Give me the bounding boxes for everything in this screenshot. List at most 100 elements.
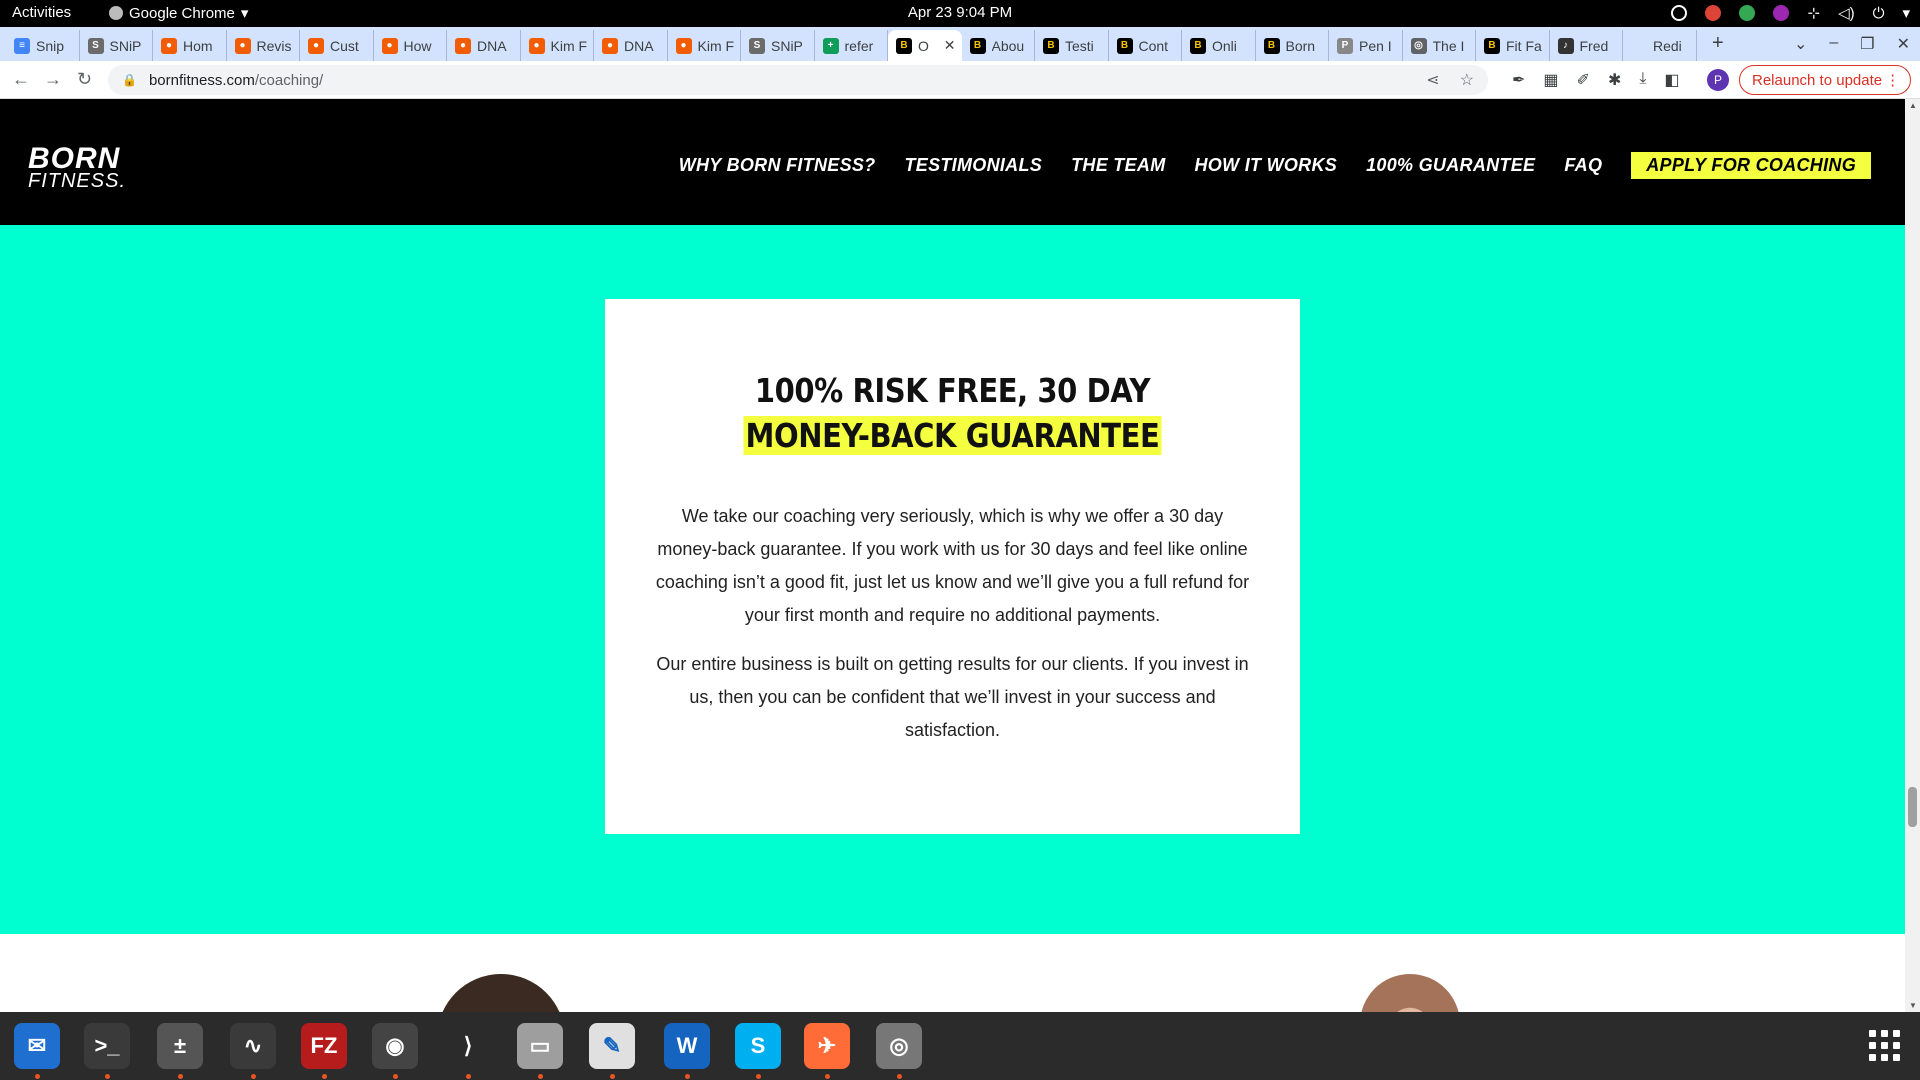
tab-title: refer	[844, 37, 874, 54]
pen-extension-icon[interactable]: ✐	[1577, 70, 1590, 90]
disks-icon[interactable]: ◎	[876, 1023, 922, 1069]
tab-21[interactable]: ♪ Fred	[1550, 30, 1623, 61]
tab-5[interactable]: ● How	[374, 30, 447, 61]
address-bar[interactable]: 🔒 bornfitness.com/coaching/ ⋖ ☆	[108, 65, 1488, 95]
lock-icon[interactable]: 🔒	[122, 73, 137, 87]
nav-link-1[interactable]: TESTIMONIALS	[904, 155, 1042, 176]
volume-icon[interactable]: ◁)	[1838, 4, 1855, 22]
chrome-tray-icon[interactable]	[1705, 5, 1722, 21]
tab-14[interactable]: B Testi	[1035, 30, 1109, 61]
tab-8[interactable]: ● DNA	[594, 30, 668, 61]
guarantee-title-line2: MONEY-BACK GUARANTEE	[743, 416, 1162, 455]
url-domain: bornfitness.com	[148, 71, 255, 89]
tab-favicon-icon: ●	[381, 37, 398, 54]
tab-12[interactable]: B O ✕	[888, 30, 962, 61]
close-window-icon[interactable]: ✕	[1897, 34, 1910, 54]
restore-icon[interactable]: ❐	[1860, 34, 1874, 54]
minimize-icon[interactable]: –	[1829, 34, 1838, 54]
show-applications-icon[interactable]	[1869, 1030, 1900, 1061]
nav-link-5[interactable]: FAQ	[1564, 155, 1602, 176]
tab-7[interactable]: ● Kim F	[521, 30, 594, 61]
tab-16[interactable]: B Onli	[1182, 30, 1256, 61]
tab-title: DNA	[477, 37, 507, 54]
purple-tray-icon[interactable]	[1773, 5, 1790, 21]
update-icon[interactable]	[1671, 5, 1688, 21]
tab-favicon-icon: ◎	[1410, 37, 1427, 54]
postman-icon[interactable]: ✈	[804, 1023, 850, 1069]
relaunch-button[interactable]: Relaunch to update ⋮	[1739, 65, 1912, 95]
page-scrollbar[interactable]: ▲ ▼	[1905, 99, 1920, 1012]
share-icon[interactable]: ⋖	[1426, 70, 1439, 90]
activities-button[interactable]: Activities	[12, 4, 71, 21]
main-nav: WHY BORN FITNESS? TESTIMONIALS THE TEAM HOW…	[679, 152, 1871, 179]
chrome-icon[interactable]: ◉	[372, 1023, 418, 1069]
clock[interactable]: Apr 23 9:04 PM	[0, 4, 1920, 21]
reload-icon[interactable]: ↻	[77, 69, 92, 90]
vscode-icon[interactable]: ⟩	[445, 1023, 491, 1069]
tab-favicon-icon: ●	[602, 37, 618, 54]
tab-3[interactable]: ● Revis	[227, 30, 300, 61]
profile-avatar[interactable]: P	[1707, 69, 1729, 91]
calculator-icon[interactable]: ±	[157, 1023, 203, 1069]
back-arrow-icon[interactable]: ←	[12, 69, 30, 90]
app-menu[interactable]: Google Chrome ▾	[109, 4, 248, 22]
tab-search-icon[interactable]: ⌄	[1794, 34, 1807, 54]
scroll-up-arrow-icon[interactable]: ▲	[1909, 101, 1917, 110]
scroll-down-arrow-icon[interactable]: ▼	[1909, 1001, 1917, 1010]
running-indicator	[756, 1074, 761, 1079]
side-panel-icon[interactable]: ◧	[1664, 70, 1679, 90]
tab-title: SNiP	[109, 37, 142, 54]
tab-20[interactable]: B Fit Fa	[1476, 30, 1550, 61]
files-icon[interactable]: ▭	[517, 1023, 563, 1069]
thunderbird-icon[interactable]: ✉	[14, 1023, 60, 1069]
new-tab-button[interactable]: +	[1712, 32, 1724, 55]
libreoffice-writer-icon[interactable]: W	[664, 1023, 710, 1069]
nav-link-2[interactable]: THE TEAM	[1071, 155, 1165, 176]
bookmark-star-icon[interactable]: ☆	[1460, 70, 1474, 90]
tab-0[interactable]: ≡ Snip	[6, 30, 80, 61]
network-icon[interactable]: ⊹	[1807, 4, 1820, 22]
tab-10[interactable]: S SNiP	[741, 30, 815, 61]
green-tray-icon[interactable]	[1739, 5, 1756, 21]
tab-9[interactable]: ● Kim F	[668, 30, 741, 61]
tab-2[interactable]: ● Hom	[153, 30, 227, 61]
tab-15[interactable]: B Cont	[1109, 30, 1182, 61]
chrome-icon	[109, 6, 123, 20]
tab-favicon-icon	[1631, 37, 1647, 54]
born-fitness-logo[interactable]: BORN FITNESS.	[28, 144, 126, 192]
running-indicator	[538, 1074, 543, 1079]
tab-11[interactable]: + refer	[815, 30, 888, 61]
tab-13[interactable]: B Abou	[962, 30, 1035, 61]
eyedropper-extension-icon[interactable]: ✒	[1512, 70, 1525, 90]
apply-for-coaching-button[interactable]: APPLY FOR COACHING	[1631, 152, 1871, 179]
tab-6[interactable]: ● DNA	[447, 30, 521, 61]
download-icon[interactable]: ⤓	[1639, 70, 1646, 90]
tab-18[interactable]: P Pen I	[1329, 30, 1403, 61]
power-icon[interactable]: ⏻	[1873, 5, 1885, 22]
calendar-extension-icon[interactable]: ▦	[1543, 70, 1558, 90]
web-page: BORN FITNESS. WHY BORN FITNESS? TESTIMONI…	[0, 99, 1905, 1012]
caret-down-icon[interactable]: ▾	[1902, 4, 1910, 22]
nav-link-4[interactable]: 100% GUARANTEE	[1366, 155, 1535, 176]
nav-link-0[interactable]: WHY BORN FITNESS?	[679, 155, 876, 176]
close-tab-icon[interactable]: ✕	[944, 37, 962, 54]
tab-19[interactable]: ◎ The I	[1403, 30, 1476, 61]
running-indicator	[685, 1074, 690, 1079]
nav-link-3[interactable]: HOW IT WORKS	[1195, 155, 1338, 176]
system-monitor-icon[interactable]: ∿	[230, 1023, 276, 1069]
tab-22[interactable]: Redi	[1623, 30, 1697, 61]
terminal-icon[interactable]: >_	[84, 1023, 130, 1069]
coach-photo-left	[437, 974, 565, 1012]
tab-1[interactable]: S SNiP	[80, 30, 153, 61]
filezilla-icon[interactable]: FZ	[301, 1023, 347, 1069]
tab-4[interactable]: ● Cust	[300, 30, 374, 61]
puzzle-extensions-icon[interactable]: ✱	[1608, 70, 1621, 90]
skype-icon[interactable]: S	[735, 1023, 781, 1069]
text-editor-icon[interactable]: ✎	[589, 1023, 635, 1069]
tab-title: Redi	[1653, 37, 1682, 54]
scrollbar-thumb[interactable]	[1908, 787, 1917, 827]
tab-title: The I	[1432, 37, 1465, 54]
tab-17[interactable]: B Born	[1256, 30, 1329, 61]
forward-arrow-icon[interactable]: →	[44, 69, 62, 90]
guarantee-card: 100% RISK FREE, 30 DAY MONEY-BACK GUARAN…	[605, 299, 1300, 834]
